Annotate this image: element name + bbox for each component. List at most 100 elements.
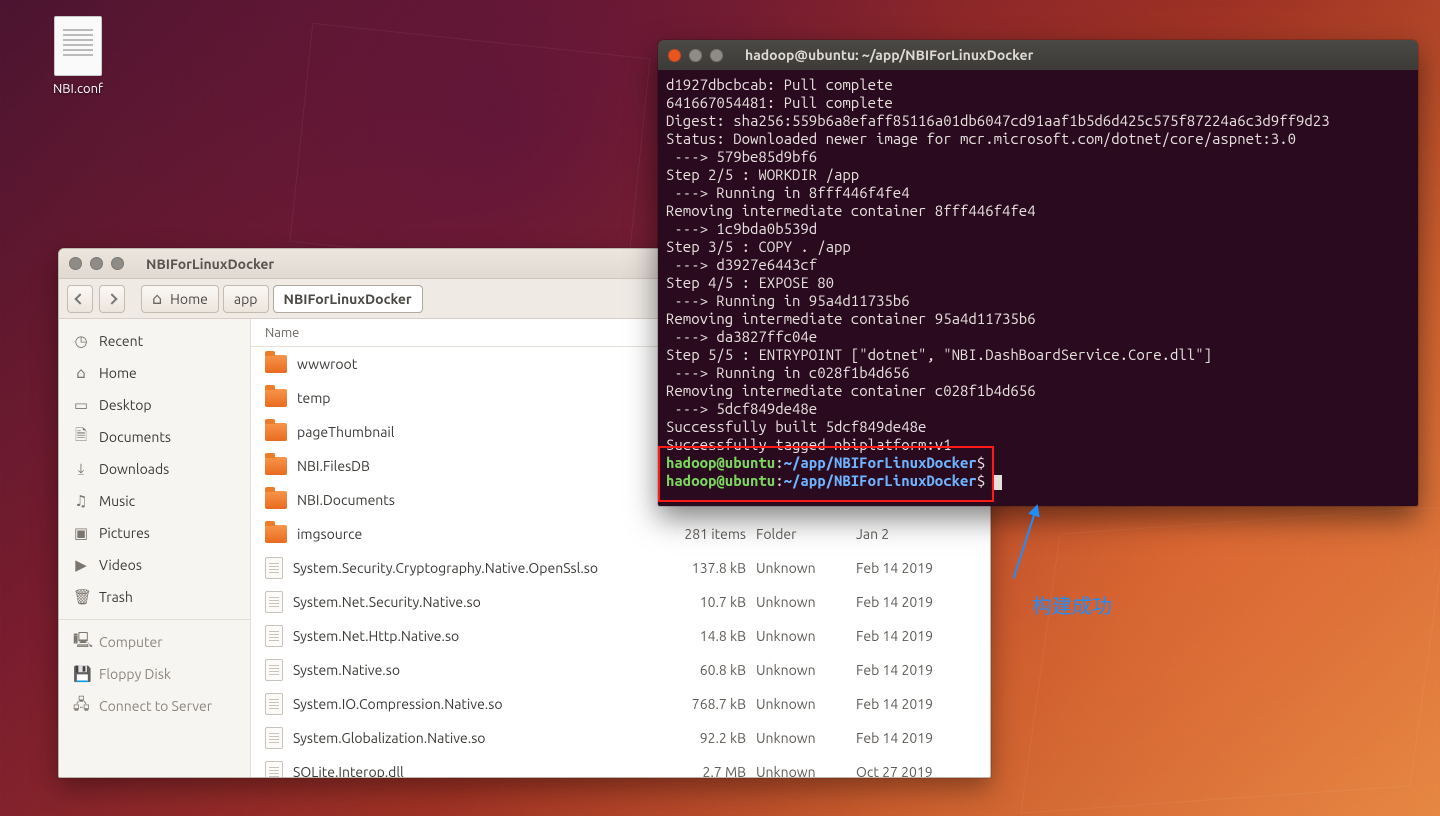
folder-icon xyxy=(265,525,287,543)
sidebar-item-label: Trash xyxy=(99,589,133,605)
file-icon xyxy=(265,693,283,715)
close-icon[interactable] xyxy=(668,49,681,62)
annotation-label: 构建成功 xyxy=(1032,590,1112,619)
sidebar-item-icon: ▶ xyxy=(73,556,89,574)
table-row[interactable]: System.Net.Security.Native.so 10.7 kBUnkn… xyxy=(251,585,990,619)
window-title: hadoop@ubuntu: ~/app/NBIForLinuxDocker xyxy=(745,47,1033,63)
sidebar-item[interactable]: ▭Desktop xyxy=(59,389,250,421)
terminal-line: ---> 5dcf849de48e xyxy=(666,400,1410,418)
sidebar-item[interactable]: 🗎Documents xyxy=(59,421,250,453)
file-size: 281 items xyxy=(656,526,756,542)
file-name: System.Net.Security.Native.so xyxy=(293,594,481,610)
sidebar-item[interactable]: ♫Music xyxy=(59,485,250,517)
minimize-icon[interactable] xyxy=(689,49,702,62)
sidebar-item-icon: ⤓ xyxy=(73,460,89,478)
sidebar-item[interactable]: ⤓ Downloads xyxy=(59,453,250,485)
table-row[interactable]: System.IO.Compression.Native.so768.7 kBU… xyxy=(251,687,990,721)
maximize-icon[interactable] xyxy=(710,49,723,62)
sidebar-item-icon: ▣ xyxy=(73,524,89,542)
home-icon xyxy=(152,289,165,308)
nav-back-button[interactable] xyxy=(67,285,93,313)
sidebar-divider xyxy=(59,619,250,620)
file-type: Unknown xyxy=(756,730,856,746)
sidebar-item-label: Recent xyxy=(99,333,143,349)
folder-icon xyxy=(265,355,287,373)
terminal-line: ---> Running in 95a4d11735b6 xyxy=(666,292,1410,310)
table-row[interactable]: System.Globalization.Native.so92.2 kBUnk… xyxy=(251,721,990,755)
terminal-line: Removing intermediate container c028f1b4… xyxy=(666,382,1410,400)
prompt-path: ~/app/NBIForLinuxDocker xyxy=(784,454,977,471)
file-name: SQLite.Interop.dll xyxy=(293,764,404,777)
sidebar-item[interactable]: ⌂Home xyxy=(59,357,250,389)
file-size: 2.7 MB xyxy=(656,764,756,777)
table-row[interactable]: System.Security.Cryptography.Native.Open… xyxy=(251,551,990,585)
breadcrumb-segment[interactable]: Home xyxy=(141,285,219,313)
col-name[interactable]: Name xyxy=(265,326,656,340)
file-name: pageThumbnail xyxy=(297,424,394,440)
terminal-line: Step 2/5 : WORKDIR /app xyxy=(666,166,1410,184)
terminal-window: hadoop@ubuntu: ~/app/NBIForLinuxDocker d… xyxy=(658,40,1418,506)
breadcrumb-label: Home xyxy=(170,291,208,307)
file-type: Folder xyxy=(756,526,856,542)
table-row[interactable]: System.Net.Http.Native.so14.8 kBUnknownF… xyxy=(251,619,990,653)
sidebar-item-icon: 💾 xyxy=(73,665,89,683)
file-name: temp xyxy=(297,390,330,406)
window-title: NBIForLinuxDocker xyxy=(146,256,274,272)
terminal-line: ---> Running in 8fff446f4fe4 xyxy=(666,184,1410,202)
file-name: System.Globalization.Native.so xyxy=(293,730,485,746)
sidebar-item[interactable]: 🖳Computer xyxy=(59,626,250,658)
sidebar-item-label: Downloads xyxy=(99,461,169,477)
desktop-file-nbi-conf[interactable]: NBI.conf xyxy=(38,16,118,96)
file-date: Feb 14 2019 xyxy=(856,594,976,610)
sidebar-item[interactable]: 🗑Trash xyxy=(59,581,250,613)
file-type: Unknown xyxy=(756,560,856,576)
minimize-icon[interactable] xyxy=(90,257,103,270)
terminal-line: ---> da3827ffc04e xyxy=(666,328,1410,346)
file-size: 14.8 kB xyxy=(656,628,756,644)
terminal-line: Step 4/5 : EXPOSE 80 xyxy=(666,274,1410,292)
file-icon xyxy=(265,727,283,749)
file-icon xyxy=(265,625,283,647)
table-row[interactable]: SQLite.Interop.dll2.7 MBUnknownOct 27 20… xyxy=(251,755,990,777)
file-type: Unknown xyxy=(756,594,856,610)
file-type: Unknown xyxy=(756,696,856,712)
breadcrumb: HomeappNBIForLinuxDocker xyxy=(141,285,423,313)
breadcrumb-segment[interactable]: NBIForLinuxDocker xyxy=(273,285,423,313)
breadcrumb-segment[interactable]: app xyxy=(223,285,269,313)
terminal-line: 641667054481: Pull complete xyxy=(666,94,1410,112)
folder-icon xyxy=(265,389,287,407)
terminal-line: Step 5/5 : ENTRYPOINT ["dotnet", "NBI.Da… xyxy=(666,346,1410,364)
sidebar-item[interactable]: ◷Recent xyxy=(59,325,250,357)
table-row[interactable]: imgsource281 itemsFolderJan 2 xyxy=(251,517,990,551)
file-date: Feb 14 2019 xyxy=(856,730,976,746)
nav-forward-button[interactable] xyxy=(99,285,125,313)
terminal-prompt: hadoop@ubuntu:~/app/NBIForLinuxDocker$ xyxy=(666,454,1410,472)
sidebar-item[interactable]: ▶Videos xyxy=(59,549,250,581)
folder-icon xyxy=(265,457,287,475)
sidebar-item-label: Documents xyxy=(99,429,171,445)
text-file-icon xyxy=(54,16,102,76)
file-size: 10.7 kB xyxy=(656,594,756,610)
sidebar-item-icon: 🖳 xyxy=(73,630,89,655)
desktop-file-label: NBI.conf xyxy=(38,82,118,96)
file-name: NBI.FilesDB xyxy=(297,458,370,474)
close-icon[interactable] xyxy=(69,257,82,270)
table-row[interactable]: System.Native.so60.8 kBUnknownFeb 14 201… xyxy=(251,653,990,687)
file-icon xyxy=(265,557,283,579)
file-date: Feb 14 2019 xyxy=(856,628,976,644)
sidebar-item-icon: ⌂ xyxy=(73,364,89,382)
sidebar-item[interactable]: 💾Floppy Disk xyxy=(59,658,250,690)
sidebar-item[interactable]: ▣Pictures xyxy=(59,517,250,549)
file-name: System.Native.so xyxy=(293,662,400,678)
terminal-line: Removing intermediate container 8fff446f… xyxy=(666,202,1410,220)
sidebar-item[interactable]: 🖧Connect to Server xyxy=(59,690,250,722)
file-name: imgsource xyxy=(297,526,362,542)
terminal-titlebar[interactable]: hadoop@ubuntu: ~/app/NBIForLinuxDocker xyxy=(658,40,1418,70)
prompt-path: ~/app/NBIForLinuxDocker xyxy=(784,472,977,489)
prompt-user-host: hadoop@ubuntu xyxy=(666,472,775,489)
terminal-line: ---> 1c9bda0b539d xyxy=(666,220,1410,238)
terminal-output[interactable]: d1927dbcbcab: Pull complete641667054481:… xyxy=(658,70,1418,506)
terminal-line: Digest: sha256:559b6a8efaff85116a01db604… xyxy=(666,112,1410,130)
maximize-icon[interactable] xyxy=(111,257,124,270)
chevron-right-icon xyxy=(106,293,117,304)
